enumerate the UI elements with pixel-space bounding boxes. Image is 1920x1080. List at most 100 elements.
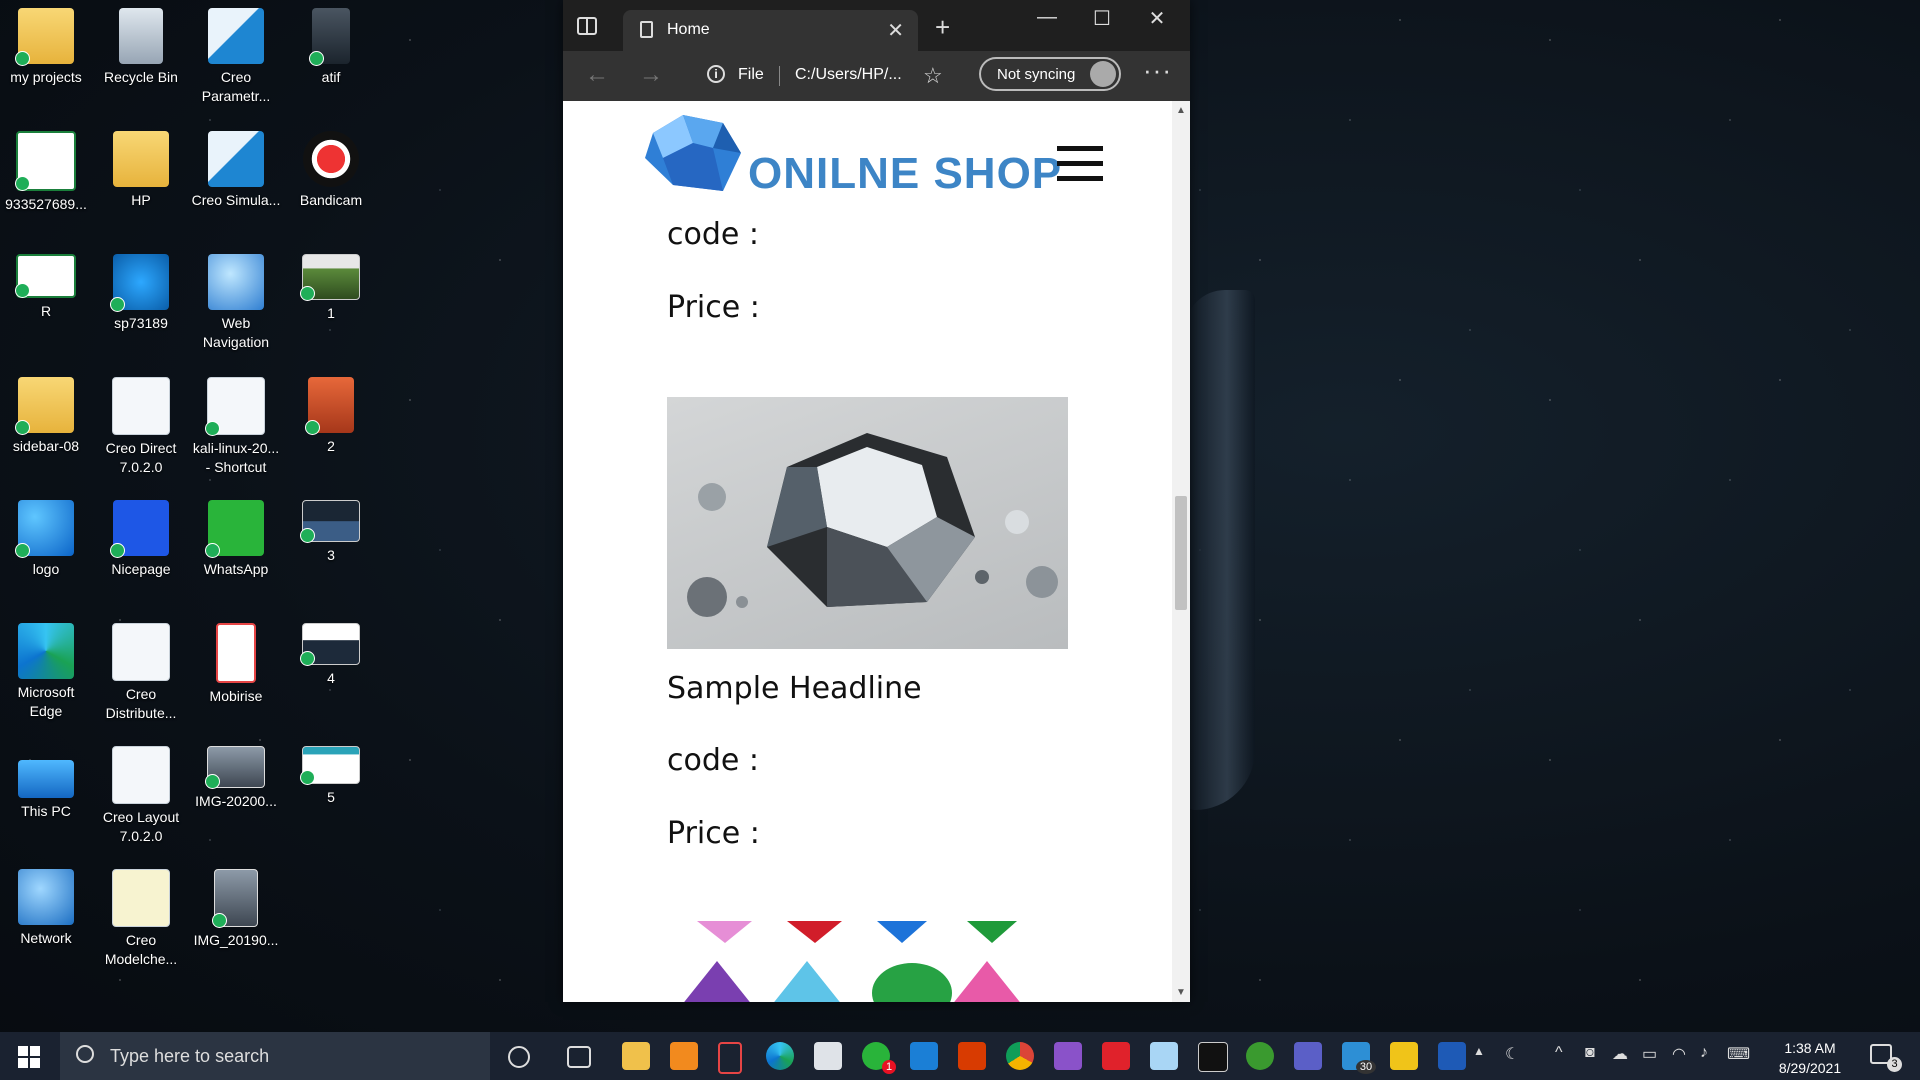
desktop-icon-creo-distribute[interactable]: Creo Distribute... xyxy=(95,623,187,723)
product-2-price: Price : xyxy=(667,816,760,851)
info-icon[interactable]: i xyxy=(707,65,725,83)
desktop-icon-nicepage[interactable]: Nicepage xyxy=(95,500,187,579)
close-tab-icon[interactable]: ✕ xyxy=(887,18,904,43)
puzzle-app-icon[interactable] xyxy=(1390,1042,1418,1070)
store-icon[interactable] xyxy=(814,1042,842,1070)
address-url[interactable]: C:/Users/HP/... xyxy=(795,66,902,84)
desktop-icon-label: 3 xyxy=(327,547,335,563)
mobirise-taskbar-icon[interactable] xyxy=(718,1042,742,1074)
desktop-icon-label: 1 xyxy=(327,305,335,321)
add-favorite-icon[interactable]: ☆ xyxy=(923,63,943,89)
desktop-icon-4[interactable]: 4 xyxy=(285,623,377,688)
sync-button[interactable]: Not syncing xyxy=(979,57,1121,91)
desktop-icon-sidebar-08[interactable]: sidebar-08 xyxy=(0,377,92,456)
start-windows-icon[interactable] xyxy=(18,1046,40,1068)
desktop-icon-kali-linux[interactable]: kali-linux-20... - Shortcut xyxy=(190,377,282,477)
zip-folder-icon xyxy=(15,377,74,435)
maximize-icon[interactable]: ☐ xyxy=(1079,6,1125,31)
desktop-icon-r[interactable]: R xyxy=(0,254,92,321)
thumbnail-icon xyxy=(300,746,360,785)
battery-icon[interactable]: ▭ xyxy=(1642,1044,1657,1064)
app-icon[interactable] xyxy=(1150,1042,1178,1070)
desktop-icon-creo-modelcheck[interactable]: Creo Modelche... xyxy=(95,869,187,969)
taskbar-scroll-icon[interactable]: ▲ xyxy=(1473,1044,1485,1058)
page-viewport[interactable]: ONILNE SHOP code : Price : Sample Headli… xyxy=(563,101,1190,1002)
office-icon[interactable] xyxy=(958,1042,986,1070)
desktop-icon-label: IMG-20200... xyxy=(195,793,277,809)
volume-icon[interactable]: ♪ xyxy=(1700,1044,1708,1062)
desktop-icon-img-20190[interactable]: IMG_20190... xyxy=(190,869,282,950)
desktop-icon-sp73189[interactable]: sp73189 xyxy=(95,254,187,333)
forward-icon[interactable]: → xyxy=(639,61,663,89)
site-title[interactable]: ONILNE SHOP xyxy=(748,149,1062,199)
file-explorer-icon[interactable] xyxy=(622,1042,650,1070)
desktop-icon-network[interactable]: Network xyxy=(0,869,92,948)
utorrent-icon[interactable] xyxy=(1246,1042,1274,1070)
desktop-icon-3[interactable]: 3 xyxy=(285,500,377,565)
desktop-icon-5[interactable]: 5 xyxy=(285,746,377,807)
show-hidden-icons[interactable]: ^ xyxy=(1555,1044,1563,1062)
chrome-icon[interactable] xyxy=(1006,1042,1034,1070)
desktop-icon-2[interactable]: 2 xyxy=(285,377,377,456)
desktop-icon-creo-layout[interactable]: Creo Layout 7.0.2.0 xyxy=(95,746,187,846)
minimize-icon[interactable]: — xyxy=(1024,6,1070,29)
desktop-icon-microsoft-edge[interactable]: Microsoft Edge xyxy=(0,623,92,721)
desktop-icon-hp[interactable]: HP xyxy=(95,131,187,210)
anydesk-icon[interactable] xyxy=(1102,1042,1130,1070)
desktop-icon-logo[interactable]: logo xyxy=(0,500,92,579)
clock-date: 8/29/2021 xyxy=(1778,1060,1842,1076)
edge-taskbar-icon[interactable] xyxy=(766,1042,794,1070)
taskbar-clock[interactable]: 1:38 AM 8/29/2021 xyxy=(1760,1038,1860,1078)
camera-icon[interactable]: ◙ xyxy=(1585,1044,1595,1062)
cortana-icon[interactable] xyxy=(508,1046,530,1068)
visual-studio-icon[interactable] xyxy=(1054,1042,1082,1070)
desktop-icon-web-navigation[interactable]: Web Navigation xyxy=(190,254,282,352)
dev-app-icon[interactable] xyxy=(1438,1042,1466,1070)
tab-actions-icon[interactable] xyxy=(577,17,597,35)
desktop-icon-933527689[interactable]: 933527689... xyxy=(0,131,92,214)
thumbnail-icon xyxy=(300,500,360,543)
desktop-icon-mobirise[interactable]: Mobirise xyxy=(190,623,282,706)
desktop-icon-whatsapp[interactable]: WhatsApp xyxy=(190,500,282,579)
bandicam-icon xyxy=(303,131,359,187)
sublime-text-icon[interactable] xyxy=(670,1042,698,1070)
scroll-down-icon[interactable]: ▼ xyxy=(1176,987,1186,998)
teams-icon[interactable] xyxy=(1294,1042,1322,1070)
vertical-scrollbar[interactable]: ▲ ▼ xyxy=(1172,101,1190,1002)
notification-center-icon[interactable]: 3 xyxy=(1870,1044,1902,1072)
terminal-icon[interactable] xyxy=(1198,1042,1228,1072)
onedrive-icon[interactable]: ☁ xyxy=(1612,1044,1628,1064)
tab-home[interactable]: Home ✕ xyxy=(623,10,918,51)
desktop-icon-label: Mobirise xyxy=(209,688,263,704)
back-icon[interactable]: ← xyxy=(585,61,609,89)
wifi-icon[interactable]: ◠ xyxy=(1672,1044,1686,1064)
desktop-icon-atif[interactable]: atif xyxy=(285,8,377,87)
recycle-bin-icon xyxy=(119,8,163,64)
desktop-icon-img-20200[interactable]: IMG-20200... xyxy=(190,746,282,811)
desktop-icon-this-pc[interactable]: This PC xyxy=(0,746,92,821)
desktop-icon-creo-direct[interactable]: Creo Direct 7.0.2.0 xyxy=(95,377,187,477)
task-view-icon[interactable] xyxy=(567,1046,591,1068)
mail-icon[interactable] xyxy=(910,1042,938,1070)
desktop-icon-label: Microsoft Edge xyxy=(17,684,75,719)
more-options-icon[interactable]: ··· xyxy=(1143,55,1172,86)
calendar-icon[interactable]: 30 xyxy=(1342,1042,1376,1074)
desktop-icon-bandicam[interactable]: Bandicam xyxy=(285,131,377,210)
desktop-icon-recycle-bin[interactable]: Recycle Bin xyxy=(95,8,187,87)
address-bar[interactable]: i File C:/Users/HP/... ☆ xyxy=(693,57,968,93)
weather-moon-icon[interactable]: ☾ xyxy=(1505,1044,1519,1064)
scrollbar-thumb[interactable] xyxy=(1175,496,1187,610)
keyboard-icon[interactable]: ⌨ xyxy=(1727,1044,1750,1064)
desktop-icon-1[interactable]: 1 xyxy=(285,254,377,323)
taskbar-search-box[interactable]: Type here to search xyxy=(60,1032,490,1080)
desktop-icon-creo-parametric[interactable]: Creo Parametr... xyxy=(190,8,282,106)
close-window-icon[interactable]: ✕ xyxy=(1134,6,1180,31)
desktop-icon-creo-simulate[interactable]: Creo Simula... xyxy=(190,131,282,210)
desktop-icon-label: Network xyxy=(20,930,72,946)
whatsapp-taskbar-icon[interactable]: 1 xyxy=(862,1042,896,1074)
new-tab-icon[interactable]: + xyxy=(935,12,950,43)
desktop-icon-my-projects[interactable]: my projects xyxy=(0,8,92,87)
hamburger-menu-icon[interactable] xyxy=(1057,146,1103,191)
scroll-up-icon[interactable]: ▲ xyxy=(1176,105,1186,116)
network-icon xyxy=(18,869,74,925)
